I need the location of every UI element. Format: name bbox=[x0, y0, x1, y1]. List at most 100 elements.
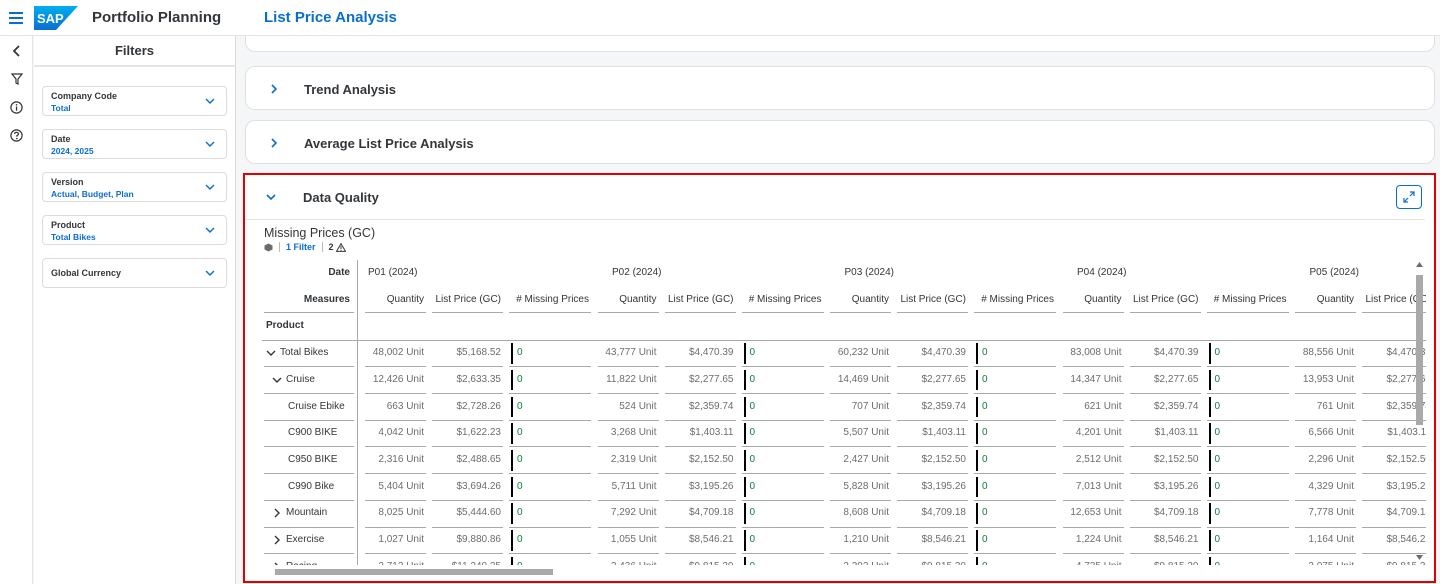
quantity-cell[interactable]: 60,232 Unit bbox=[827, 340, 889, 366]
list-price-cell[interactable]: $2,277.65 bbox=[1127, 367, 1199, 393]
missing-prices-cell[interactable]: 0 bbox=[982, 474, 1055, 500]
missing-prices-cell[interactable]: 0 bbox=[1215, 447, 1288, 473]
table-row-label[interactable]: Cruise bbox=[286, 367, 366, 393]
help-icon[interactable] bbox=[0, 121, 33, 149]
chevron-right-icon[interactable] bbox=[272, 562, 282, 565]
list-price-cell[interactable]: $1,403.11 bbox=[894, 420, 966, 446]
quantity-cell[interactable]: 4,042 Unit bbox=[362, 420, 424, 446]
measure-header[interactable]: Quantity bbox=[362, 287, 424, 313]
warning-count[interactable]: 2 bbox=[329, 242, 346, 252]
table-row-label[interactable]: Mountain bbox=[286, 500, 366, 526]
chevron-down-icon[interactable] bbox=[266, 348, 276, 358]
quantity-cell[interactable]: 3,075 Unit bbox=[1292, 554, 1354, 565]
list-price-cell[interactable]: $2,359.74 bbox=[662, 394, 734, 420]
list-price-cell[interactable]: $2,152.50 bbox=[662, 447, 734, 473]
missing-prices-cell[interactable]: 0 bbox=[517, 394, 590, 420]
list-price-cell[interactable]: $4,709.18 bbox=[894, 500, 967, 526]
quantity-cell[interactable]: 6,566 Unit bbox=[1292, 420, 1354, 446]
quantity-cell[interactable]: 3,292 Unit bbox=[827, 554, 889, 565]
date-filter[interactable]: Date 2024, 2025 bbox=[42, 129, 227, 159]
measure-header[interactable]: List Price (GC) bbox=[1127, 287, 1199, 313]
list-price-cell[interactable]: $9,815.30 bbox=[1127, 554, 1199, 565]
chevron-down-icon[interactable] bbox=[204, 181, 216, 193]
average-list-price-section[interactable]: Average List Price Analysis bbox=[245, 120, 1435, 164]
measure-header[interactable]: Quantity bbox=[1060, 287, 1121, 313]
data-quality-header[interactable]: Data Quality bbox=[245, 175, 1425, 220]
missing-prices-cell[interactable]: 0 bbox=[517, 554, 590, 565]
quantity-cell[interactable]: 2,296 Unit bbox=[1292, 447, 1354, 473]
measure-header[interactable]: Quantity bbox=[1292, 287, 1354, 313]
trend-analysis-section[interactable]: Trend Analysis bbox=[245, 66, 1435, 110]
missing-prices-cell[interactable]: 0 bbox=[982, 420, 1055, 446]
list-price-cell[interactable]: $2,152.50 bbox=[1127, 447, 1199, 473]
quantity-cell[interactable]: 5,507 Unit bbox=[827, 420, 889, 446]
missing-prices-cell[interactable]: 0 bbox=[517, 420, 590, 446]
missing-prices-cell[interactable]: 0 bbox=[982, 340, 1055, 366]
quantity-cell[interactable]: 2,316 Unit bbox=[362, 447, 424, 473]
quantity-cell[interactable]: 621 Unit bbox=[1060, 394, 1121, 420]
filter-link[interactable]: 1 Filter bbox=[286, 242, 316, 252]
chevron-down-icon[interactable] bbox=[272, 375, 282, 385]
scroll-down-icon[interactable] bbox=[1415, 553, 1424, 561]
missing-prices-cell[interactable]: 0 bbox=[982, 527, 1055, 553]
missing-prices-cell[interactable]: 0 bbox=[517, 500, 590, 526]
list-price-cell[interactable]: $5,168.52 bbox=[429, 340, 502, 366]
list-price-cell[interactable]: $8,546.21 bbox=[662, 527, 734, 553]
measure-header[interactable]: List Price (GC) bbox=[662, 287, 734, 313]
missing-prices-cell[interactable]: 0 bbox=[1215, 474, 1288, 500]
quantity-cell[interactable]: 1,027 Unit bbox=[362, 527, 424, 553]
table-row-label[interactable]: Racing bbox=[286, 554, 366, 565]
period-header[interactable]: P04 (2024) bbox=[1066, 260, 1139, 286]
list-price-cell[interactable]: $2,488.65 bbox=[429, 447, 502, 473]
missing-prices-cell[interactable]: 0 bbox=[750, 367, 823, 393]
quantity-cell[interactable]: 1,164 Unit bbox=[1292, 527, 1354, 553]
chevron-down-icon[interactable] bbox=[265, 191, 277, 203]
missing-prices-cell[interactable]: 0 bbox=[750, 340, 823, 366]
missing-prices-cell[interactable]: 0 bbox=[750, 394, 823, 420]
quantity-cell[interactable]: 5,828 Unit bbox=[827, 474, 889, 500]
quantity-cell[interactable]: 4,725 Unit bbox=[1060, 554, 1122, 565]
missing-prices-cell[interactable]: 0 bbox=[982, 500, 1055, 526]
quantity-cell[interactable]: 524 Unit bbox=[595, 394, 656, 420]
missing-prices-cell[interactable]: 0 bbox=[517, 367, 590, 393]
chevron-down-icon[interactable] bbox=[204, 267, 216, 279]
period-header[interactable]: P02 (2024) bbox=[601, 260, 674, 286]
measure-header[interactable]: # Missing Prices bbox=[506, 287, 589, 313]
measure-header[interactable]: Quantity bbox=[827, 287, 889, 313]
quantity-cell[interactable]: 663 Unit bbox=[362, 394, 424, 420]
list-price-cell[interactable]: $3,195.26 bbox=[894, 474, 967, 500]
missing-prices-cell[interactable]: 0 bbox=[517, 447, 590, 473]
chevron-right-icon[interactable] bbox=[272, 535, 282, 545]
missing-prices-cell[interactable]: 0 bbox=[1215, 554, 1288, 565]
quantity-cell[interactable]: 2,712 Unit bbox=[362, 554, 424, 565]
list-price-cell[interactable]: $4,470.39 bbox=[894, 340, 967, 366]
missing-prices-cell[interactable]: 0 bbox=[1215, 367, 1288, 393]
period-header[interactable]: P01 (2024) bbox=[368, 260, 458, 286]
missing-prices-cell[interactable]: 0 bbox=[982, 394, 1055, 420]
horizontal-scrollbar[interactable] bbox=[275, 569, 553, 575]
missing-prices-cell[interactable]: 0 bbox=[750, 500, 823, 526]
quantity-cell[interactable]: 14,469 Unit bbox=[827, 367, 889, 393]
quantity-cell[interactable]: 8,025 Unit bbox=[362, 500, 424, 526]
measure-header[interactable]: List Price (GC) bbox=[894, 287, 966, 313]
missing-prices-cell[interactable]: 0 bbox=[982, 447, 1055, 473]
quantity-cell[interactable]: 2,436 Unit bbox=[595, 554, 657, 565]
list-price-cell[interactable]: $2,277.65 bbox=[894, 367, 967, 393]
quantity-cell[interactable]: 3,268 Unit bbox=[595, 420, 657, 446]
list-price-cell[interactable]: $5,444.60 bbox=[429, 500, 502, 526]
chevron-right-icon[interactable] bbox=[268, 137, 280, 149]
list-price-cell[interactable]: $8,546.21 bbox=[894, 527, 967, 553]
global-currency-filter[interactable]: Global Currency bbox=[42, 258, 227, 288]
list-price-cell[interactable]: $9,880.86 bbox=[429, 527, 502, 553]
missing-prices-cell[interactable]: 0 bbox=[517, 474, 590, 500]
missing-prices-cell[interactable]: 0 bbox=[750, 447, 823, 473]
list-price-cell[interactable]: $1,403.11 bbox=[662, 420, 734, 446]
quantity-cell[interactable]: 12,426 Unit bbox=[362, 367, 424, 393]
company-code-filter[interactable]: Company Code Total bbox=[42, 86, 227, 116]
list-price-cell[interactable]: $2,633.35 bbox=[429, 367, 502, 393]
list-price-cell[interactable]: $1,403.11 bbox=[1127, 420, 1199, 446]
expand-button[interactable] bbox=[1396, 185, 1422, 209]
missing-prices-cell[interactable]: 0 bbox=[750, 527, 823, 553]
list-price-cell[interactable]: $9,815.30 bbox=[894, 554, 967, 565]
period-header[interactable]: P05 (2024) bbox=[1298, 260, 1371, 286]
